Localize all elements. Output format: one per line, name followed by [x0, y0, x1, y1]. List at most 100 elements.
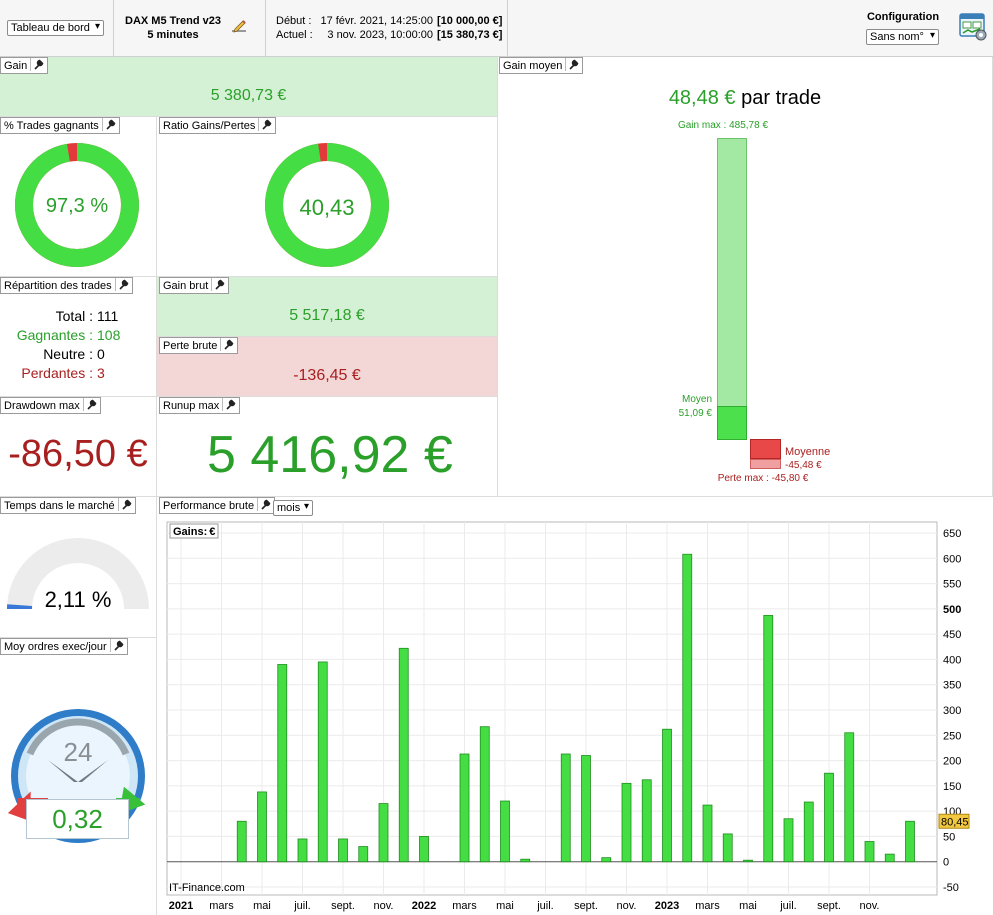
y-tick-label: 500: [943, 604, 961, 616]
total-count: 111: [97, 308, 119, 324]
dashboard-select[interactable]: Tableau de bord: [7, 20, 104, 36]
y-tick-label: 150: [943, 781, 961, 793]
configuration-label: Configuration: [866, 11, 940, 23]
gain-title[interactable]: Gain: [0, 57, 49, 74]
y-tick-label: 300: [943, 705, 961, 717]
bar: [236, 820, 247, 863]
wrench-icon[interactable]: [117, 498, 133, 511]
configuration-select[interactable]: Sans nom°: [866, 29, 939, 45]
bar: [621, 782, 632, 863]
perte-max-label: Perte max : -45,80 €: [717, 473, 809, 484]
wrench-icon[interactable]: [211, 278, 226, 291]
wrench-icon[interactable]: [109, 639, 125, 652]
wrench-icon[interactable]: [114, 278, 130, 291]
bar: [783, 818, 794, 863]
start-capital: [10 000,00 €]: [437, 15, 503, 27]
ordres-value: 0,32: [26, 799, 129, 839]
x-tick-label: mars: [695, 900, 720, 912]
temps-value: 2,11 %: [44, 587, 112, 612]
gain-brut-panel: Gain brut 5 517,18 €: [157, 277, 498, 337]
gain-panel: Gain 5 380,73 €: [0, 57, 498, 117]
x-tick-label: nov.: [374, 900, 394, 912]
dashboard-settings-icon[interactable]: [959, 12, 989, 42]
bar: [277, 664, 288, 863]
chart-watermark: IT-Finance.com: [169, 882, 245, 894]
x-tick-label: 2023: [655, 900, 679, 912]
perte-brute-title[interactable]: Perte brute: [159, 337, 239, 354]
gain-value: 5 380,73 €: [210, 87, 287, 104]
x-tick-label: mai: [253, 900, 271, 912]
temps-title[interactable]: Temps dans le marché: [0, 497, 136, 514]
bar: [662, 728, 672, 863]
y-tick-label: -50: [943, 882, 959, 894]
wrench-icon[interactable]: [82, 398, 98, 411]
x-tick-label: sept.: [817, 900, 841, 912]
wrench-icon[interactable]: [257, 498, 272, 511]
x-tick-label: juil.: [779, 900, 797, 912]
bar: [297, 838, 308, 863]
last-value-label: 80,45: [941, 816, 969, 828]
moyenne-label: Moyenne: [785, 446, 831, 458]
gain-brut-title[interactable]: Gain brut: [159, 277, 230, 294]
wrench-icon[interactable]: [220, 338, 235, 351]
y-tick-label: 50: [943, 831, 955, 843]
wrench-icon[interactable]: [30, 58, 45, 71]
bar: [398, 647, 409, 863]
gain-moyen-title[interactable]: Gain moyen: [499, 57, 584, 74]
bar: [641, 779, 652, 863]
gagnantes-count: 108: [97, 327, 121, 343]
temps-panel: Temps dans le marché 2,11 %: [0, 497, 157, 637]
edit-pencil-icon[interactable]: [231, 18, 247, 34]
moyen-value: 51,09 €: [678, 408, 712, 419]
gain-moyen-panel: Gain moyen 48,48 € par trade Gain max : …: [498, 57, 993, 497]
x-axis-labels: 2021 mars mai juil. sept. nov. 2022 mars mai juil…: [169, 900, 880, 912]
ordres-title[interactable]: Moy ordres exec/jour: [0, 638, 128, 655]
bar: [500, 800, 510, 863]
y-tick-label: 350: [943, 680, 961, 692]
x-tick-label: 2021: [169, 900, 193, 912]
bar: [824, 772, 834, 863]
strategy-timeframe: 5 minutes: [147, 29, 199, 41]
repartition-panel: Répartition des trades Total :111 Gagnan…: [0, 277, 157, 397]
start-row: Début :17 févr. 2021, 14:25:00 [10 000,00…: [276, 15, 503, 27]
x-tick-label: juil.: [293, 900, 311, 912]
bar: [884, 853, 895, 863]
performance-chart: 650600550500450400350300250200150100500-…: [166, 521, 970, 912]
loss-average-bar: [750, 439, 781, 459]
ratio-panel: Ratio Gains/Pertes 40,43: [157, 117, 498, 277]
gain-max-bar: [717, 138, 747, 440]
bar: [743, 859, 753, 863]
bar: [257, 791, 267, 863]
perte-brute-value: -136,45 €: [293, 367, 361, 384]
drawdown-title[interactable]: Drawdown max: [0, 397, 101, 414]
gain-moyen-suffix: par trade: [741, 87, 822, 109]
drawdown-panel: Drawdown max -86,50 €: [0, 397, 157, 497]
current-date: 3 nov. 2023, 10:00:00: [327, 29, 433, 41]
pct-trades-title[interactable]: % Trades gagnants: [0, 117, 120, 134]
toolbar-divider: [113, 0, 114, 56]
ordres-panel: Moy ordres exec/jour 24 0,32: [0, 637, 157, 915]
date-range: Début :17 févr. 2021, 14:25:00 [10 000,00…: [276, 14, 502, 42]
pct-trades-panel: % Trades gagnants 97,3 %: [0, 117, 157, 277]
wrench-icon[interactable]: [222, 398, 237, 411]
top-toolbar: Tableau de bord DAX M5 Trend v23 5 minut…: [0, 0, 993, 57]
x-tick-label: juil.: [536, 900, 554, 912]
bar: [338, 838, 348, 863]
wrench-icon[interactable]: [565, 58, 580, 71]
bar: [682, 553, 693, 863]
runup-title[interactable]: Runup max: [159, 397, 241, 414]
bar: [378, 803, 389, 863]
gain-max-label: Gain max : 485,78 €: [677, 120, 769, 131]
strategy-name: DAX M5 Trend v23: [125, 15, 221, 27]
toolbar-divider: [507, 0, 508, 56]
y-tick-label: 400: [943, 654, 961, 666]
period-select[interactable]: mois: [273, 500, 313, 516]
y-tick-label: 650: [943, 528, 961, 540]
wrench-icon[interactable]: [258, 118, 273, 131]
repartition-title[interactable]: Répartition des trades: [0, 277, 133, 294]
runup-panel: Runup max 5 416,92 €: [157, 397, 498, 497]
ratio-title[interactable]: Ratio Gains/Pertes: [159, 117, 277, 134]
moyenne-value: -45,48 €: [785, 460, 822, 471]
wrench-icon[interactable]: [101, 118, 117, 131]
performance-title[interactable]: Performance brute: [159, 497, 276, 514]
